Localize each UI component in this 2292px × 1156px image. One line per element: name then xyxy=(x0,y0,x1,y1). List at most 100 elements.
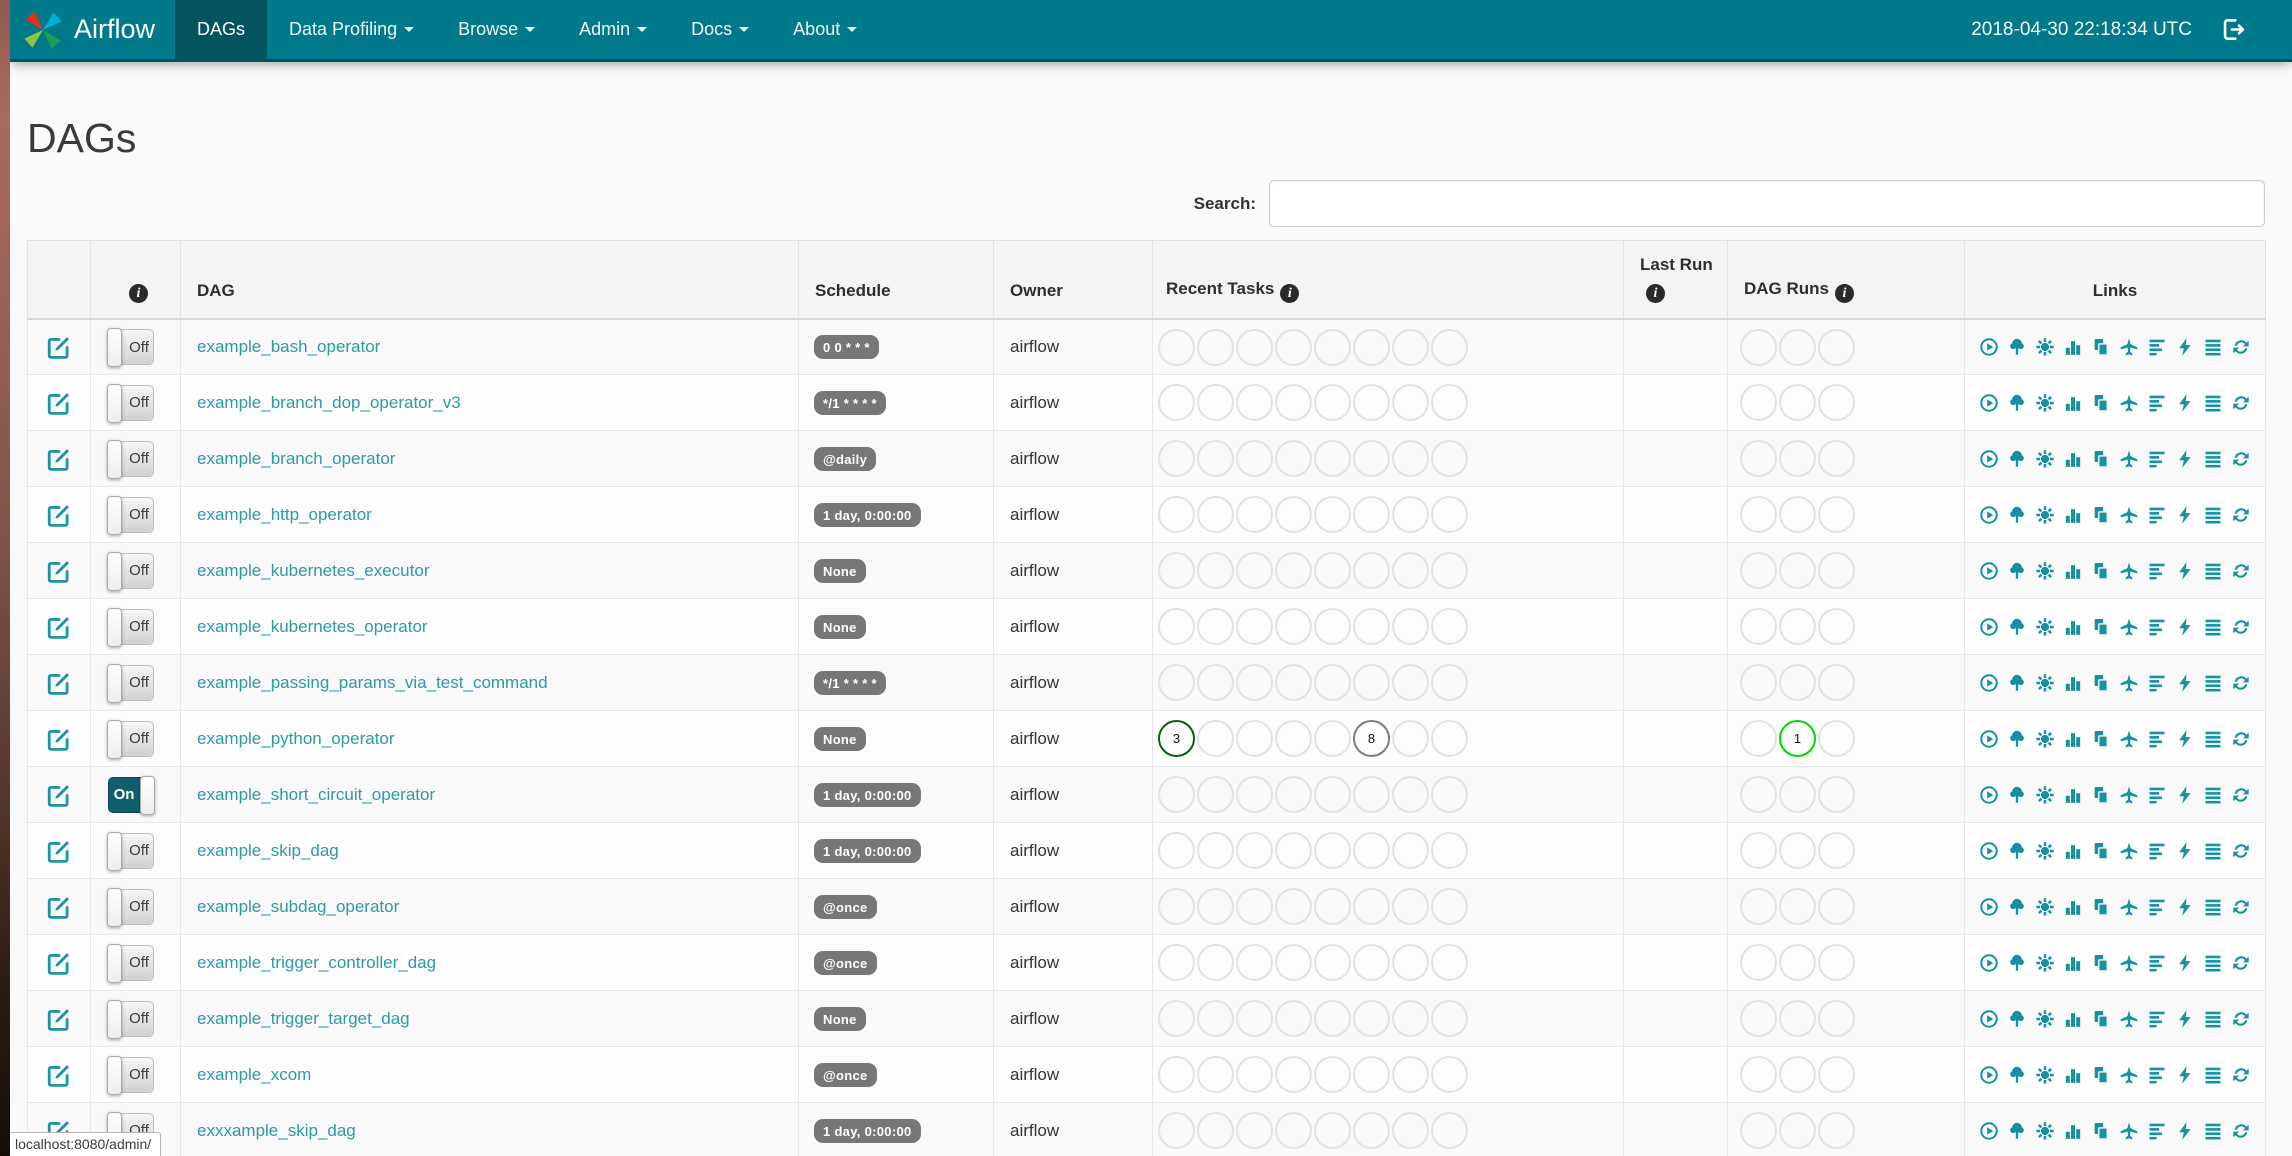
dag-run-circle[interactable] xyxy=(1740,944,1777,982)
dag-link[interactable]: example_branch_dop_operator_v3 xyxy=(197,393,461,412)
schedule-badge[interactable]: @once xyxy=(814,1062,877,1087)
dag-pause-toggle[interactable]: Off xyxy=(107,328,154,368)
info-icon[interactable] xyxy=(1280,283,1300,303)
tree-icon[interactable]: Tree View xyxy=(2007,505,2027,525)
toggle-handle[interactable] xyxy=(107,383,122,423)
dag-run-circle[interactable] xyxy=(1779,384,1816,422)
dag-run-circle[interactable] xyxy=(1740,440,1777,478)
task-state-circle[interactable] xyxy=(1392,944,1429,982)
graph-icon[interactable]: Graph View xyxy=(2035,953,2055,973)
task-state-circle[interactable] xyxy=(1392,440,1429,478)
logs-icon[interactable]: Logs xyxy=(2203,617,2223,637)
task-state-circle[interactable] xyxy=(1314,384,1351,422)
task-state-circle[interactable] xyxy=(1275,1000,1312,1038)
task-state-circle[interactable] xyxy=(1314,664,1351,702)
toggle-handle[interactable] xyxy=(107,999,122,1039)
task-state-circle[interactable] xyxy=(1353,1000,1390,1038)
nav-item-docs[interactable]: Docs xyxy=(669,0,771,59)
dag-run-circle[interactable] xyxy=(1779,944,1816,982)
dag-link[interactable]: example_trigger_controller_dag xyxy=(197,953,436,972)
task-tries-icon[interactable]: Task Tries xyxy=(2091,729,2111,749)
tree-icon[interactable]: Tree View xyxy=(2007,1065,2027,1085)
landing-times-icon[interactable]: Landing Times xyxy=(2119,1121,2139,1141)
play-circle-icon[interactable]: Trigger Dag xyxy=(1979,561,1999,581)
dag-link[interactable]: example_bash_operator xyxy=(197,337,380,356)
refresh-icon[interactable]: Refresh xyxy=(2231,505,2251,525)
dag-run-circle[interactable] xyxy=(1818,1000,1855,1038)
toggle-handle[interactable] xyxy=(107,607,122,647)
task-state-circle[interactable] xyxy=(1275,888,1312,926)
graph-icon[interactable]: Graph View xyxy=(2035,841,2055,861)
schedule-badge[interactable]: @daily xyxy=(814,446,877,471)
task-state-circle[interactable] xyxy=(1236,384,1273,422)
task-state-circle[interactable] xyxy=(1197,1112,1234,1150)
gantt-icon[interactable]: Gantt View xyxy=(2147,673,2167,693)
task-state-circle[interactable] xyxy=(1158,496,1195,534)
task-state-circle[interactable] xyxy=(1392,720,1429,758)
task-state-circle[interactable] xyxy=(1197,384,1234,422)
task-state-circle[interactable] xyxy=(1353,328,1390,366)
code-bolt-icon[interactable]: Code View xyxy=(2175,393,2195,413)
edit-dag-icon[interactable] xyxy=(46,1062,72,1088)
dag-run-circle[interactable] xyxy=(1740,496,1777,534)
task-state-circle[interactable] xyxy=(1392,1056,1429,1094)
toggle-handle[interactable] xyxy=(107,663,122,703)
dag-pause-toggle[interactable]: Off xyxy=(107,607,154,647)
logs-icon[interactable]: Logs xyxy=(2203,505,2223,525)
task-state-circle[interactable] xyxy=(1431,552,1468,590)
dag-run-circle[interactable] xyxy=(1818,776,1855,814)
logout-icon[interactable] xyxy=(2220,16,2247,43)
landing-times-icon[interactable]: Landing Times xyxy=(2119,897,2139,917)
refresh-icon[interactable]: Refresh xyxy=(2231,841,2251,861)
play-circle-icon[interactable]: Trigger Dag xyxy=(1979,785,1999,805)
task-state-circle[interactable] xyxy=(1392,1112,1429,1150)
dag-pause-toggle[interactable]: Off xyxy=(107,439,154,479)
duration-chart-icon[interactable]: Task Duration xyxy=(2063,449,2083,469)
gantt-icon[interactable]: Gantt View xyxy=(2147,1121,2167,1141)
task-state-circle[interactable] xyxy=(1158,608,1195,646)
dag-run-circle[interactable] xyxy=(1779,552,1816,590)
edit-dag-icon[interactable] xyxy=(46,950,72,976)
dag-run-circle[interactable] xyxy=(1740,720,1777,758)
landing-times-icon[interactable]: Landing Times xyxy=(2119,673,2139,693)
dag-pause-toggle[interactable]: Off xyxy=(107,383,154,423)
duration-chart-icon[interactable]: Task Duration xyxy=(2063,393,2083,413)
code-bolt-icon[interactable]: Code View xyxy=(2175,953,2195,973)
refresh-icon[interactable]: Refresh xyxy=(2231,1065,2251,1085)
task-state-circle[interactable] xyxy=(1314,776,1351,814)
logs-icon[interactable]: Logs xyxy=(2203,1121,2223,1141)
dag-run-circle[interactable] xyxy=(1818,496,1855,534)
task-state-circle[interactable] xyxy=(1314,720,1351,758)
play-circle-icon[interactable]: Trigger Dag xyxy=(1979,505,1999,525)
schedule-badge[interactable]: 0 0 * * * xyxy=(814,335,879,360)
duration-chart-icon[interactable]: Task Duration xyxy=(2063,561,2083,581)
tree-icon[interactable]: Tree View xyxy=(2007,617,2027,637)
duration-chart-icon[interactable]: Task Duration xyxy=(2063,953,2083,973)
graph-icon[interactable]: Graph View xyxy=(2035,337,2055,357)
dag-link[interactable]: exxxample_skip_dag xyxy=(197,1121,356,1140)
toggle-handle[interactable] xyxy=(107,551,122,591)
edit-dag-icon[interactable] xyxy=(46,670,72,696)
task-state-circle[interactable] xyxy=(1431,328,1468,366)
gantt-icon[interactable]: Gantt View xyxy=(2147,953,2167,973)
task-state-circle[interactable] xyxy=(1392,888,1429,926)
schedule-badge[interactable]: 1 day, 0:00:00 xyxy=(814,502,921,527)
task-tries-icon[interactable]: Task Tries xyxy=(2091,1121,2111,1141)
task-state-circle[interactable] xyxy=(1158,888,1195,926)
task-state-circle[interactable] xyxy=(1314,888,1351,926)
logs-icon[interactable]: Logs xyxy=(2203,953,2223,973)
dag-run-circle[interactable] xyxy=(1740,664,1777,702)
duration-chart-icon[interactable]: Task Duration xyxy=(2063,673,2083,693)
task-state-circle[interactable] xyxy=(1392,1000,1429,1038)
logs-icon[interactable]: Logs xyxy=(2203,897,2223,917)
task-state-circle[interactable] xyxy=(1314,552,1351,590)
task-state-circle[interactable] xyxy=(1431,1000,1468,1038)
gantt-icon[interactable]: Gantt View xyxy=(2147,617,2167,637)
tree-icon[interactable]: Tree View xyxy=(2007,561,2027,581)
task-state-circle[interactable] xyxy=(1392,496,1429,534)
task-state-circle[interactable] xyxy=(1197,832,1234,870)
task-tries-icon[interactable]: Task Tries xyxy=(2091,449,2111,469)
task-state-circle[interactable] xyxy=(1236,608,1273,646)
dag-run-circle[interactable] xyxy=(1740,832,1777,870)
duration-chart-icon[interactable]: Task Duration xyxy=(2063,841,2083,861)
